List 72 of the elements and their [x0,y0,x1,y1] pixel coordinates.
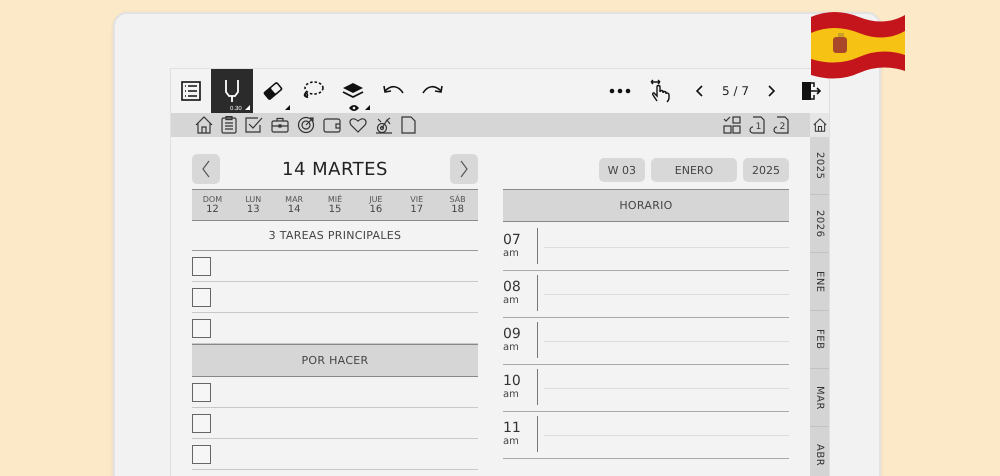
home-icon[interactable] [195,116,213,134]
next-day-button[interactable] [450,154,478,184]
grid-icon[interactable] [723,116,741,134]
day-title: 14 MARTES [282,158,388,180]
date-link[interactable]: 15 [328,204,342,215]
checkbox[interactable] [192,382,211,402]
previous-day-button[interactable] [192,154,220,184]
exit-button[interactable] [801,80,821,102]
page-icon[interactable] [401,116,416,134]
pen-icon [222,79,242,103]
date-chip[interactable]: W 03 [598,158,645,182]
wallet-icon[interactable] [323,117,341,133]
exit-icon [801,81,821,101]
weekday-label: MIÉ [328,195,342,204]
side-tab[interactable]: FEB [810,311,829,369]
hour-label: 10 [503,374,522,389]
eye-icon [349,105,359,111]
weekday-label: JUE [369,195,382,204]
list-icon [181,81,201,101]
date-link[interactable]: 13 [246,204,260,215]
chevron-right-icon [459,160,469,178]
hand-pointer-icon [649,79,672,103]
chevron-left-icon [201,160,211,178]
corner-icon [285,105,290,110]
date-link[interactable]: 16 [370,204,382,215]
side-tab[interactable]: 2025 [810,137,829,195]
hour-label: 07 [503,233,522,248]
date-link[interactable]: 14 [288,204,301,215]
date-link[interactable]: 12 [206,204,219,215]
weekday-label: LUN [245,195,262,204]
chevron-left-icon [696,85,704,97]
hour-label: 09 [503,327,522,342]
period-label: am [503,389,520,400]
chevron-right-icon [767,85,775,97]
corner-icon [245,105,250,110]
weekday-label: DOM [202,195,222,204]
date-link[interactable]: 17 [410,204,424,215]
clipboard-icon[interactable] [221,116,237,134]
date-chip[interactable]: ENERO [651,158,737,182]
side-tab[interactable]: ENE [810,253,829,311]
checkbox[interactable] [192,414,211,432]
side-tab[interactable]: 2026 [810,195,829,253]
section-header: POR HACER [192,344,478,377]
period-label: am [503,342,520,353]
weekday-label: SÁB [449,195,466,204]
side-tab[interactable]: MAR [810,369,829,427]
checkbox-icon[interactable] [245,116,263,134]
date-chip[interactable]: 2025 [743,158,789,182]
heart-icon[interactable] [349,117,367,133]
section-title: 3 TAREAS PRINCIPALES [192,221,478,251]
hour-label: 08 [503,280,522,295]
layers-icon [341,81,365,101]
more-icon [609,88,632,94]
hour-label: 11 [503,421,522,436]
checkbox[interactable] [192,318,211,338]
side-tab[interactable]: ABR [810,427,829,476]
weekday-label: MAR [285,195,304,204]
corner-icon [365,105,370,110]
page-indicator: 5 / 7 [721,84,750,98]
checkbox[interactable] [192,288,211,306]
checkbox[interactable] [192,256,211,276]
exercise-bike-icon[interactable] [375,116,393,134]
briefcase-icon[interactable] [271,117,289,133]
section-header: HORARIO [503,189,789,222]
weekday-label: VIE [410,195,424,204]
period-label: am [503,248,520,259]
target-icon[interactable] [297,116,315,134]
date-link[interactable]: 18 [451,204,464,215]
period-label: am [503,436,520,447]
home-icon[interactable] [812,118,826,132]
checkbox[interactable] [192,444,211,464]
period-label: am [503,295,520,306]
